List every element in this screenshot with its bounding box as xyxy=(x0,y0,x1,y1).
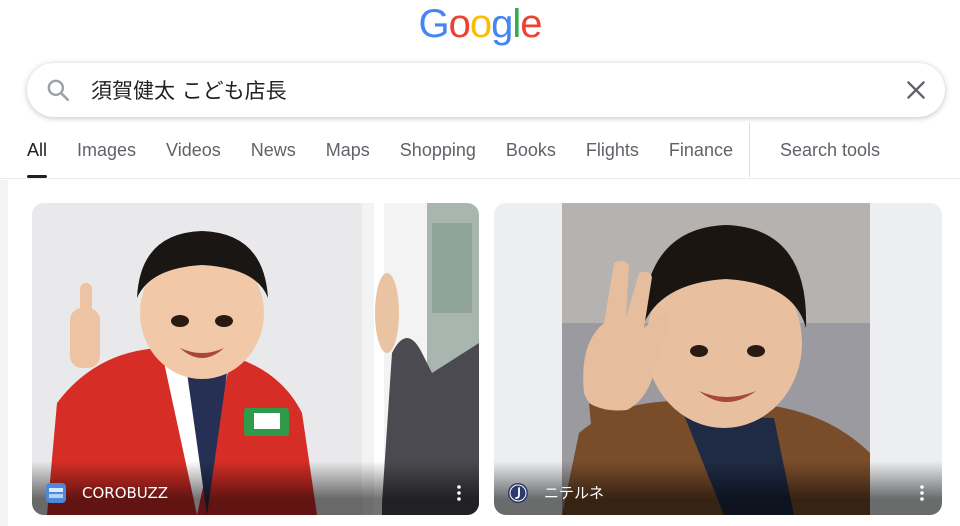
logo-letter: e xyxy=(520,2,542,46)
page-edge xyxy=(0,180,8,526)
logo-letter: g xyxy=(491,2,513,46)
search-tools-button[interactable]: Search tools xyxy=(780,130,880,176)
google-logo[interactable]: Google xyxy=(0,2,960,47)
search-bar[interactable]: 須賀健太 こども店長 xyxy=(27,63,945,117)
result-source[interactable]: COROBUZZ xyxy=(82,483,449,503)
logo-letter: o xyxy=(448,2,471,46)
tab-videos[interactable]: Videos xyxy=(166,130,221,176)
tab-divider xyxy=(748,123,750,177)
result-source[interactable]: ニテルネ xyxy=(544,483,912,503)
tab-finance[interactable]: Finance xyxy=(669,130,733,176)
search-icon[interactable] xyxy=(45,77,71,103)
logo-letter: o xyxy=(469,2,492,46)
search-tabs: All Images Videos News Maps Shopping Boo… xyxy=(27,123,910,178)
more-vert-icon[interactable] xyxy=(449,483,469,503)
tab-books[interactable]: Books xyxy=(506,130,556,176)
close-icon[interactable] xyxy=(903,77,929,103)
tab-flights[interactable]: Flights xyxy=(586,130,639,176)
logo-letter: G xyxy=(418,2,449,46)
logo-letter: l xyxy=(512,2,521,46)
tab-shopping[interactable]: Shopping xyxy=(400,130,476,176)
image-result-card[interactable]: COROBUZZ xyxy=(32,203,479,515)
image-result-card[interactable]: ニテルネ xyxy=(494,203,942,515)
niterune-favicon xyxy=(508,483,528,503)
more-vert-icon[interactable] xyxy=(912,483,932,503)
tab-maps[interactable]: Maps xyxy=(326,130,370,176)
tab-images[interactable]: Images xyxy=(77,130,136,176)
card-footer: COROBUZZ xyxy=(32,461,479,515)
search-input[interactable]: 須賀健太 こども店長 xyxy=(91,75,903,105)
card-footer: ニテルネ xyxy=(494,461,942,515)
tab-all[interactable]: All xyxy=(27,130,48,178)
corobuzz-favicon xyxy=(46,483,66,503)
tab-news[interactable]: News xyxy=(251,130,296,176)
tabs-divider xyxy=(0,178,960,179)
